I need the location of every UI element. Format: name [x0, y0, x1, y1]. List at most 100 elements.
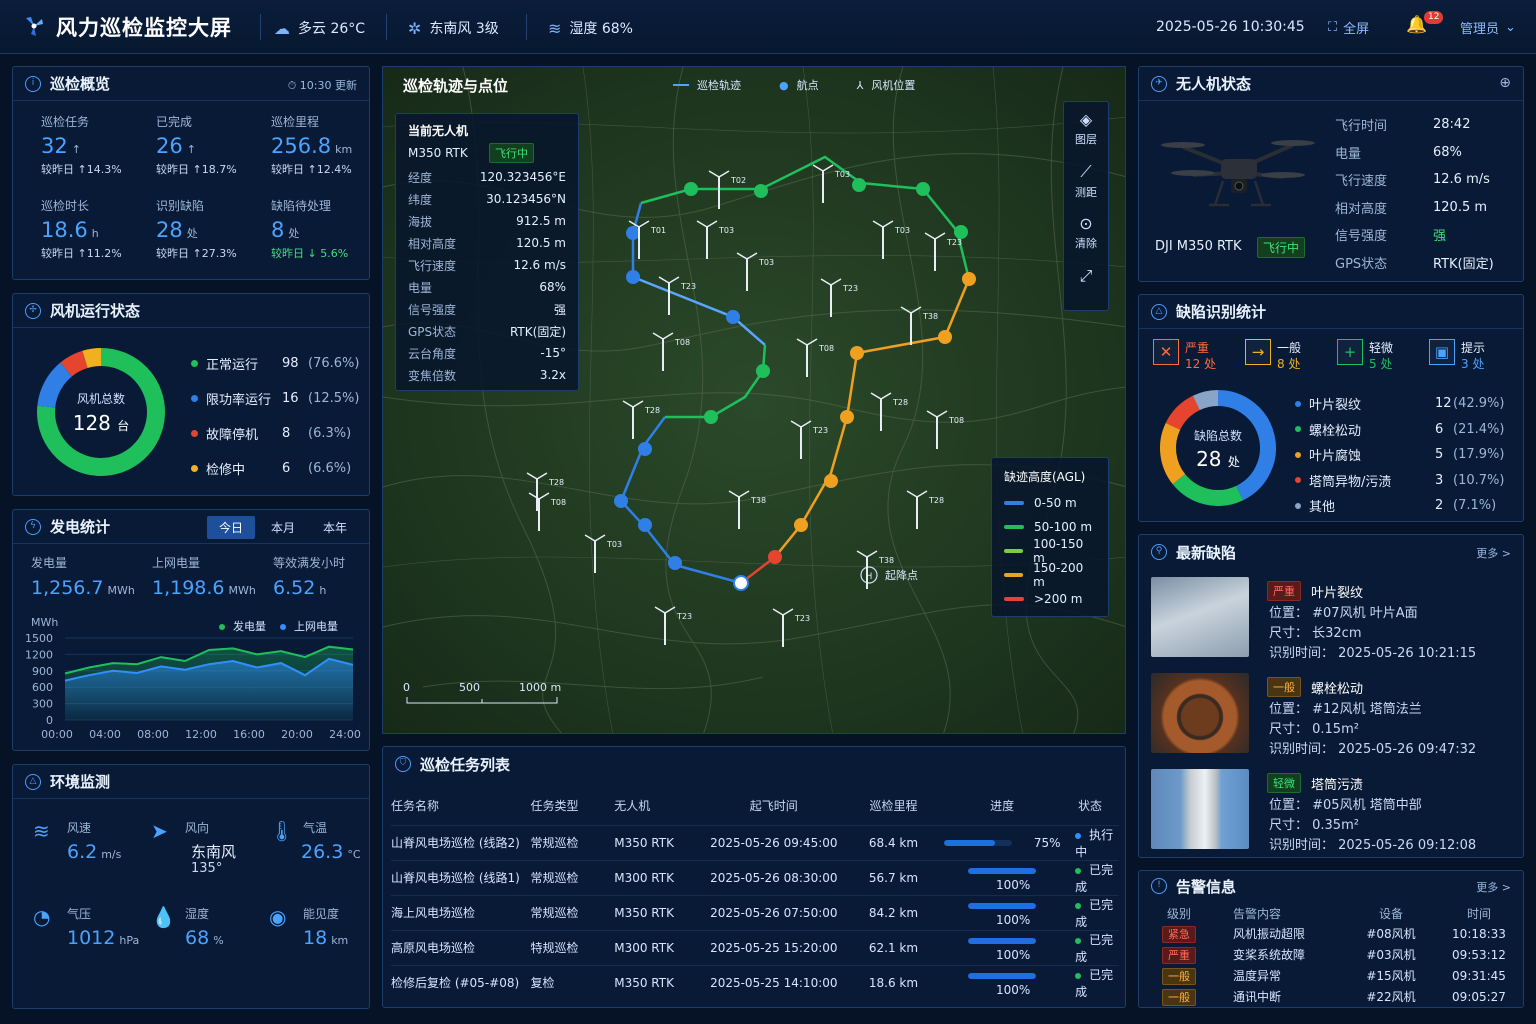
uav-model: DJI M350 RTK	[1155, 239, 1242, 254]
expand-button[interactable]: ⤢	[1064, 258, 1108, 310]
turbine-label: T08	[674, 338, 690, 347]
eraser-icon: ⊙	[1079, 214, 1093, 233]
uav-stat-row: GPS状态 RTK(固定)	[1335, 256, 1494, 272]
defect-card[interactable]: 一般 螺栓松动 位置： #12风机 塔筒法兰 尺寸： 0.15m² 识别时间： 2025…	[1151, 673, 1511, 757]
minor-icon: +	[1337, 339, 1363, 365]
table-header: 任务名称	[391, 799, 440, 814]
turbine-label: T08	[550, 498, 566, 507]
turbine-label: T08	[948, 416, 964, 425]
alert-row[interactable]: 一般 通讯中断 #22风机 09:05:27	[1147, 986, 1517, 1007]
panel-title: 无人机状态	[1176, 75, 1252, 93]
panel-title: 风机运行状态	[50, 302, 141, 320]
turbine-icon: ⅄	[856, 78, 864, 92]
turbine-label: T03	[758, 258, 774, 267]
table-header: 级别	[1166, 906, 1191, 921]
turbine-label: T23	[842, 284, 858, 293]
drone-info-row: 相对高度 120.5 m	[408, 236, 566, 251]
compass-icon: ➤	[151, 819, 168, 843]
table-header: 进度	[990, 799, 1015, 814]
table-row[interactable]: 山脊风电场巡检 (线路2) 常规巡检 M350 RTK 2025-05-26 09:4…	[391, 824, 1119, 860]
overview-stat: 已完成 26 ↑ 较昨日 ↑18.7%	[156, 115, 237, 176]
table-header: 起飞时间	[749, 799, 798, 814]
severity-badge: 严重	[1267, 581, 1301, 601]
alert-row[interactable]: 紧急 风机振动超限 #08风机 10:18:33	[1147, 923, 1517, 944]
generation-chart: 1500 1200 900 600 300 000:00 04:00 08:00 12:00 16…	[25, 632, 361, 741]
info-icon: i	[25, 75, 41, 92]
y-tick-label: 1500	[25, 632, 53, 645]
chevron-down-icon: ⌄	[1505, 20, 1516, 35]
alert-triangle-icon: △	[1151, 303, 1167, 320]
uav-stat-row: 相对高度 120.5 m	[1335, 199, 1488, 217]
env-item: ◔ 气压 1012 hPa	[33, 905, 140, 949]
drone-info-panel: 当前无人机 M350 RTK 飞行中 经度 120.323456°E 纬度 30.12…	[395, 113, 579, 391]
humidity-icon: ≋	[548, 18, 562, 38]
legend-item: 检修中 6 (6.6%)	[191, 451, 361, 486]
progress-bar	[968, 903, 1037, 909]
inspection-map[interactable]: H T02 T03 T01 T03 T03 T23 T23 T03 T08 T08 T28 T38 T2…	[382, 66, 1126, 734]
donut-label: 风机总数	[76, 392, 125, 406]
drone-info-row: 变焦倍数 3.2x	[408, 368, 566, 383]
turbine-label: T23	[676, 612, 692, 621]
add-icon[interactable]: ⊕	[1499, 75, 1511, 91]
generation-stat: 发电量 1,256.7 MWh	[31, 556, 135, 599]
blade-crack-photo	[1151, 577, 1249, 657]
wind-speed-icon: ≋	[33, 819, 50, 843]
table-header: 时间	[1466, 906, 1491, 921]
legend-item: 其他 2 (7.1%)	[1295, 493, 1509, 519]
tab-2[interactable]: 本年	[311, 516, 359, 539]
wind-info: ✲ 东南风 3级	[408, 18, 499, 38]
turbine-label: T03	[894, 226, 910, 235]
alert-row[interactable]: 一般 温度异常 #15风机 09:31:45	[1147, 965, 1517, 986]
more-defects-link[interactable]: 更多 >	[1476, 545, 1511, 561]
donut-segment	[1165, 395, 1201, 431]
table-row[interactable]: 高原风电场巡检 特规巡检 M300 RTK 2025-05-25 15:20:00 62…	[391, 929, 1119, 965]
severity-badge: 轻微	[1267, 773, 1301, 793]
altitude-legend-item: 0-50 m	[1004, 491, 1096, 515]
turbine-label: T03	[606, 540, 622, 549]
table-row[interactable]: 海上风电场巡检 常规巡检 M350 RTK 2025-05-26 07:50:00 84…	[391, 894, 1119, 930]
map-tools: ◈ 图层 ⟋ 测距 ⊙ 清除 ⤢	[1063, 101, 1109, 311]
table-header: 告警内容	[1233, 906, 1282, 921]
measure-tool-button[interactable]: ⟋ 测距	[1064, 154, 1108, 206]
altitude-legend-item: 100-150 m	[1004, 537, 1096, 565]
defect-card[interactable]: 轻微 塔筒污渍 位置： #05风机 塔筒中部 尺寸： 0.35m² 识别时间： 2025…	[1151, 769, 1511, 853]
fullscreen-button[interactable]: ⛶ 全屏	[1328, 18, 1369, 37]
tab-0[interactable]: 今日	[206, 516, 255, 539]
tab-1[interactable]: 本月	[259, 516, 307, 539]
latest-defects-panel: ⚲ 最新缺陷 更多 > 严重 叶片裂纹 位置： #07风机 叶片A面 尺寸： 长32cm…	[1138, 534, 1524, 858]
more-alerts-link[interactable]: 更多 >	[1476, 879, 1511, 895]
drone-icon: ✈	[1151, 75, 1167, 92]
drone-status-badge: 飞行中	[489, 143, 534, 163]
legend-item: 螺栓松动 6 (21.4%)	[1295, 417, 1509, 443]
y-axis-label: MWh	[31, 616, 59, 629]
clear-tool-button[interactable]: ⊙ 清除	[1064, 206, 1108, 258]
x-tick-label: 04:00	[89, 728, 121, 741]
cloud-sun-icon: ☁	[274, 18, 290, 38]
progress-bar	[968, 938, 1037, 944]
panel-title: 巡检任务列表	[420, 755, 511, 774]
alert-level-badge: 紧急	[1162, 925, 1196, 943]
drone-image	[1161, 140, 1315, 207]
tower-stain-photo	[1151, 769, 1249, 849]
legend-item: 叶片腐蚀 5 (17.9%)	[1295, 442, 1509, 468]
alert-count-badge: 12	[1424, 11, 1444, 24]
layer-tool-button[interactable]: ◈ 图层	[1064, 102, 1108, 154]
task-list-panel: ⛉ 巡检任务列表 任务名称 任务类型 无人机 起飞时间 巡检里程 进度 状态 山脊风电场巡检 …	[382, 746, 1126, 1008]
y-tick-label: 1200	[25, 648, 53, 661]
turbine-label: T23	[794, 614, 810, 623]
status-label: 执行中	[1075, 827, 1114, 859]
panel-title: 发电统计	[50, 518, 111, 536]
defect-card[interactable]: 严重 叶片裂纹 位置： #07风机 叶片A面 尺寸： 长32cm 识别时间： 2025-…	[1151, 577, 1511, 661]
wind-logo-icon	[26, 17, 43, 36]
alert-row[interactable]: 严重 变桨系统故障 #03风机 09:53:12	[1147, 944, 1517, 965]
y-tick-label: 0	[46, 714, 53, 727]
generation-stat: 等效满发小时 6.52 h	[273, 556, 346, 599]
user-icon: ⚲	[1151, 544, 1167, 560]
app-title: 风力巡检监控大屏	[56, 16, 232, 40]
table-row[interactable]: 山脊风电场巡检 (线路1) 常规巡检 M300 RTK 2025-05-26 08:3…	[391, 859, 1119, 895]
table-row[interactable]: 检修后复检 (#05-#08) 复检 M350 RTK 2025-05-25 14:1…	[391, 964, 1119, 1000]
drone-info-row: 云台角度 -15°	[408, 346, 566, 361]
env-item: ➤ 风向 东南风 135°	[151, 819, 237, 876]
altitude-legend: 缺迹高度(AGL) 0-50 m 50-100 m 100-150 m 150-200…	[991, 457, 1109, 617]
user-menu[interactable]: 管理员 ⌄	[1460, 18, 1516, 37]
